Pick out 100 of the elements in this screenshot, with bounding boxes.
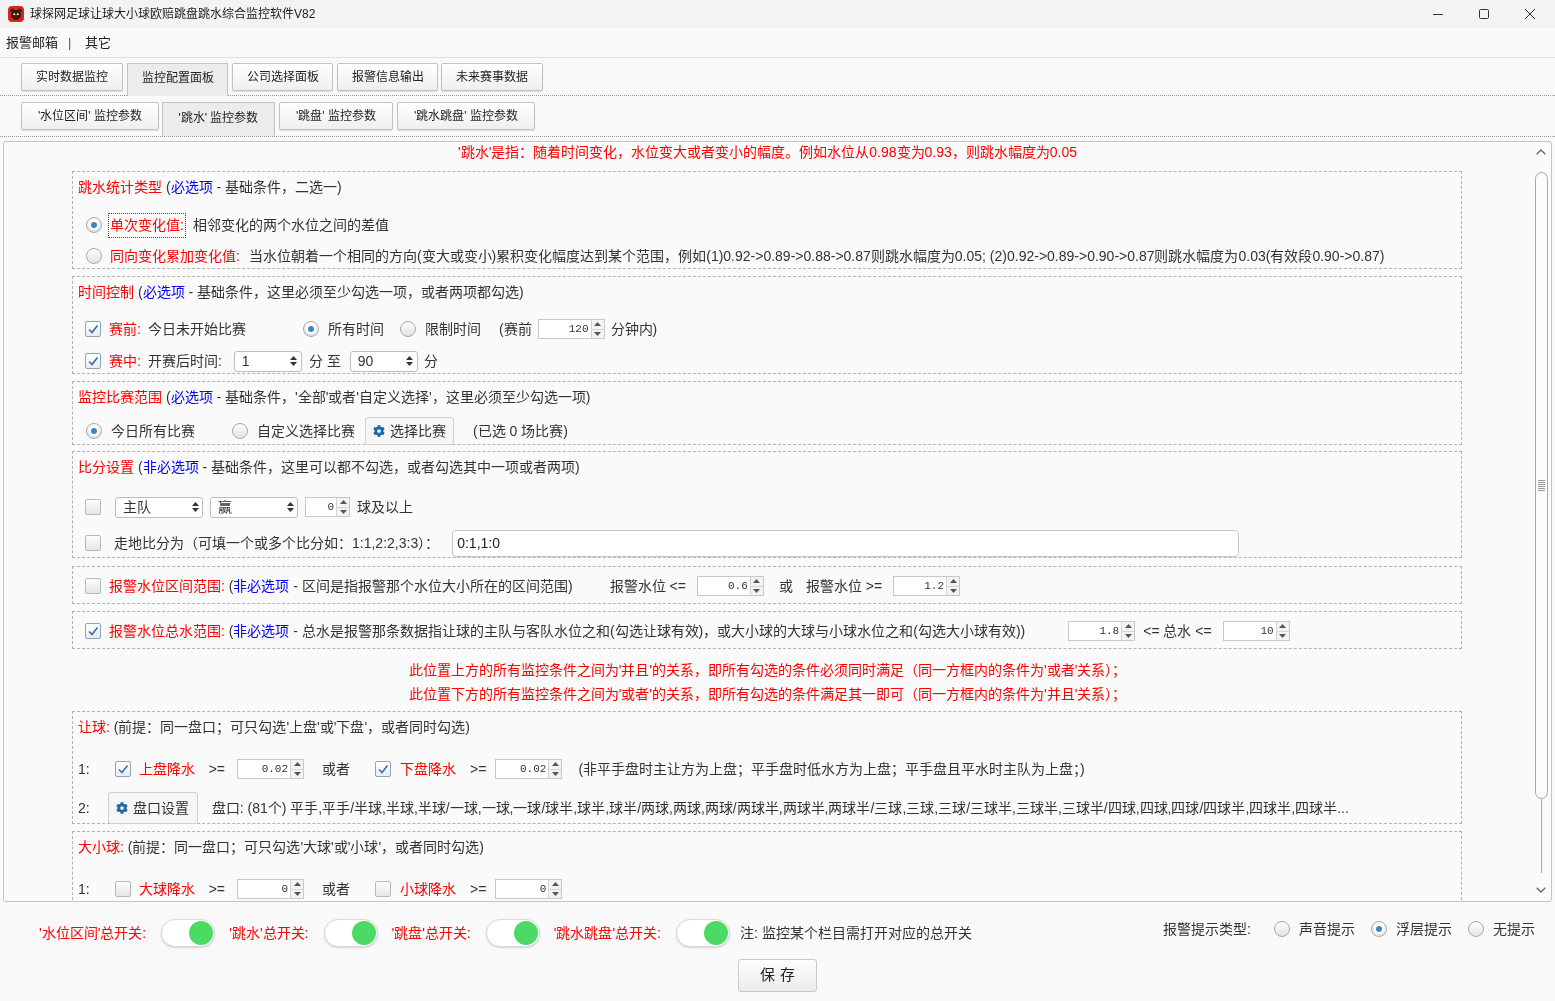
caret-down-icon[interactable] (551, 771, 559, 776)
checkbox[interactable] (85, 535, 101, 551)
caret-down-icon[interactable] (293, 771, 301, 776)
toggle-switch[interactable] (676, 919, 730, 947)
caret-up-icon[interactable] (551, 882, 559, 887)
number-field[interactable]: 0 (305, 497, 350, 517)
caret-up-icon[interactable] (286, 502, 294, 506)
caret-down-icon[interactable] (1279, 633, 1287, 638)
tab[interactable]: '跳水跳盘' 监控参数 (397, 102, 535, 130)
menu-item[interactable]: 报警邮箱 (6, 32, 58, 53)
radio-button[interactable] (1274, 921, 1290, 937)
number-field[interactable]: 0.02 (495, 759, 563, 779)
caret-down-icon[interactable] (339, 509, 347, 514)
caret-up-icon[interactable] (339, 500, 347, 505)
dropdown[interactable]: 主队 (115, 496, 203, 518)
minimize-icon[interactable] (1433, 13, 1443, 15)
number-field[interactable]: 10 (1222, 621, 1290, 641)
menu-item[interactable]: 其它 (85, 32, 112, 53)
radio-button[interactable] (86, 217, 102, 233)
radio-button[interactable] (232, 423, 248, 439)
dropdown[interactable]: 赢 (210, 496, 298, 518)
checkbox[interactable] (375, 881, 392, 897)
checkbox[interactable] (85, 321, 101, 337)
tab[interactable]: 监控配置面板 (127, 63, 228, 96)
number-field[interactable]: 0.02 (237, 759, 305, 779)
radio-button[interactable] (86, 248, 102, 264)
caret-up-icon[interactable] (1124, 624, 1132, 629)
number-field[interactable]: 1.2 (893, 576, 961, 596)
checkbox[interactable] (85, 578, 101, 594)
tab[interactable]: 报警信息输出 (337, 63, 438, 91)
toggle-switch[interactable] (323, 919, 378, 947)
save-button[interactable]: 保 存 (738, 959, 817, 992)
caret-up-icon[interactable] (293, 762, 301, 767)
radio-button[interactable] (1371, 921, 1387, 937)
caret-down-icon[interactable] (286, 508, 294, 512)
section-heading: 大小球: (前提：同一盘口；可只勾选'大球'或'小球'，或者同时勾选) (77, 838, 484, 857)
number-field[interactable]: 0 (495, 879, 563, 899)
toggle-switch[interactable] (161, 919, 216, 947)
radio-button[interactable] (1468, 921, 1484, 937)
checkbox[interactable] (114, 881, 131, 897)
caret-up-icon[interactable] (290, 356, 298, 360)
tab[interactable]: 实时数据监控 (21, 63, 123, 91)
checkbox[interactable] (85, 353, 101, 369)
option-text: 报警水位 <= (609, 576, 686, 596)
number-field[interactable]: 90 (349, 350, 418, 372)
option-text: (已选 0 场比赛) (473, 421, 568, 441)
radio-button[interactable] (302, 321, 319, 337)
caret-up-icon[interactable] (191, 502, 199, 506)
caret-down-icon[interactable] (551, 891, 559, 896)
caret-up-icon[interactable] (594, 322, 602, 327)
caret-up-icon[interactable] (1279, 624, 1287, 629)
option-text: 浮层提示 (1396, 919, 1452, 939)
maximize-icon[interactable] (1479, 9, 1489, 19)
caret-down-icon[interactable] (753, 588, 761, 593)
caret-down-icon[interactable] (949, 588, 957, 593)
caret-down-icon[interactable] (290, 362, 298, 366)
chevron-down-icon[interactable] (1536, 887, 1546, 893)
radio-button[interactable] (86, 423, 102, 439)
caret-down-icon[interactable] (594, 331, 602, 336)
number-field[interactable]: 120 (537, 319, 605, 339)
option-description: 报警水位区间范围: (非必选项 - 区间是指报警那个水位大小所在的区间范围) (109, 576, 573, 596)
option-text: 开赛后时间: (147, 351, 222, 371)
option-text: <= 总水 <= (1143, 621, 1212, 641)
radio-button[interactable] (399, 321, 416, 337)
chevron-up-icon[interactable] (1536, 149, 1546, 155)
caret-down-icon[interactable] (191, 508, 199, 512)
scrollbar-thumb[interactable] (1534, 172, 1548, 799)
checkbox[interactable] (85, 623, 101, 639)
tab[interactable]: '跳盘' 监控参数 (279, 102, 393, 130)
number-field[interactable]: 1.8 (1068, 621, 1136, 641)
option-text: 分 (423, 351, 438, 371)
tab[interactable]: '水位区间' 监控参数 (21, 102, 159, 130)
number-field[interactable]: 0.6 (696, 576, 764, 596)
number-field[interactable]: 1 (233, 350, 302, 372)
toggle-switch[interactable] (485, 919, 540, 947)
option-text: (非平手盘时主让方为上盘；平手盘时低水方为上盘；平手盘且平水时主队为上盘；) (578, 759, 1085, 779)
tab[interactable]: 未来赛事数据 (441, 63, 543, 91)
tab[interactable]: '跳水' 监控参数 (162, 102, 275, 136)
caret-up-icon[interactable] (753, 579, 761, 584)
caret-down-icon[interactable] (293, 891, 301, 896)
option-text: 球及以上 (357, 497, 413, 517)
caret-up-icon[interactable] (406, 356, 414, 360)
tab[interactable]: 公司选择面板 (232, 63, 333, 91)
caret-down-icon[interactable] (406, 362, 414, 366)
gear-button[interactable]: 选择比赛 (365, 417, 454, 445)
option-text: 无提示 (1493, 919, 1535, 939)
option-text: 今日未开始比赛 (147, 319, 246, 339)
text-field[interactable]: 0:1,1:0 (452, 529, 1240, 557)
close-icon[interactable] (1525, 9, 1535, 19)
gear-button[interactable]: 盘口设置 (107, 792, 198, 824)
caret-up-icon[interactable] (551, 762, 559, 767)
option-label: 小球降水 (400, 879, 457, 899)
checkbox[interactable] (85, 499, 101, 515)
option-text: >= (470, 759, 487, 779)
caret-up-icon[interactable] (293, 882, 301, 887)
caret-down-icon[interactable] (1124, 633, 1132, 638)
number-field[interactable]: 0 (237, 879, 305, 899)
checkbox[interactable] (114, 761, 131, 777)
caret-up-icon[interactable] (949, 579, 957, 584)
checkbox[interactable] (375, 761, 392, 777)
